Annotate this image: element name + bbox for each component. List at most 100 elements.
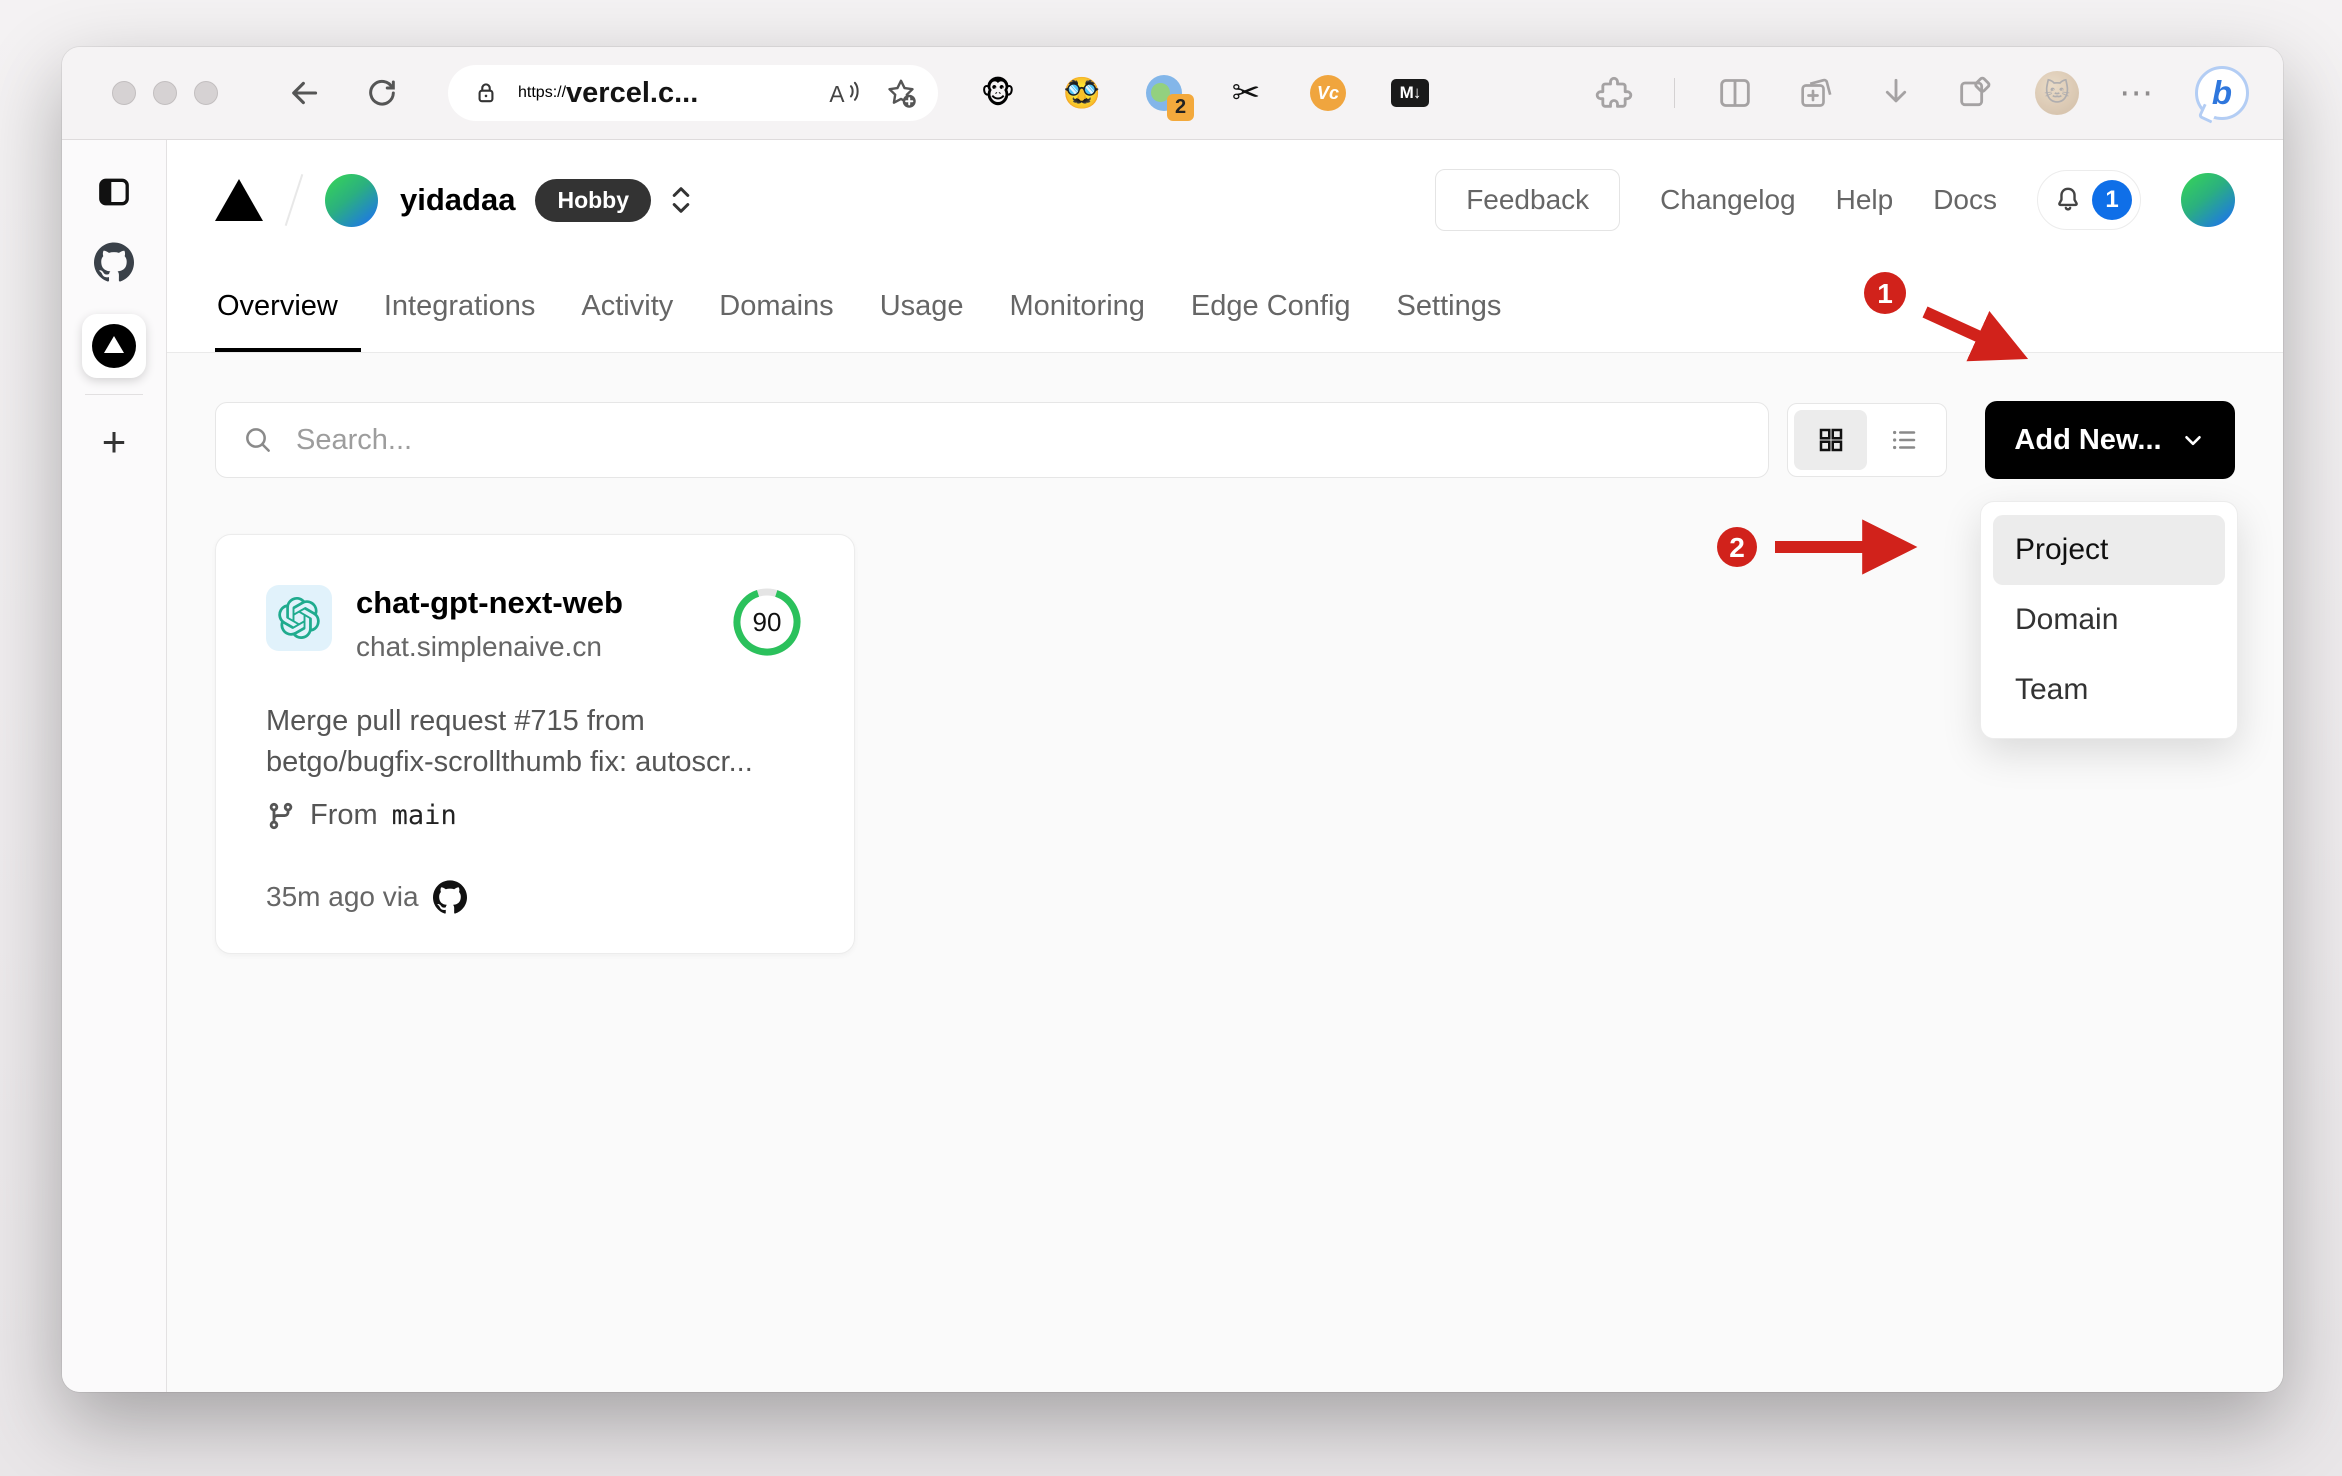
commit-line-1: Merge pull request #715 from bbox=[266, 705, 645, 737]
project-card[interactable]: chat-gpt-next-web chat.simplenaive.cn 90 bbox=[215, 534, 855, 954]
grid-view-button[interactable] bbox=[1794, 410, 1867, 470]
search-icon bbox=[246, 428, 270, 452]
git-branch-icon bbox=[269, 802, 293, 829]
dropdown-item-team[interactable]: Team bbox=[1993, 655, 2225, 725]
notifications-button[interactable]: 1 bbox=[2037, 170, 2141, 230]
sidebar-item-github[interactable] bbox=[94, 242, 134, 282]
back-arrow-icon bbox=[292, 81, 318, 105]
vercel-logo[interactable] bbox=[215, 179, 263, 221]
chevron-down-icon bbox=[2184, 435, 2201, 446]
zoom-window-button[interactable] bbox=[194, 81, 218, 105]
branch-row: From main bbox=[266, 799, 804, 832]
url-host: vercel.c... bbox=[566, 76, 699, 109]
edge-sidebar: + bbox=[62, 140, 167, 1392]
lock-icon bbox=[478, 83, 494, 103]
project-name[interactable]: chat-gpt-next-web bbox=[356, 585, 623, 621]
traffic-lights bbox=[112, 81, 218, 105]
list-view-button[interactable] bbox=[1867, 410, 1940, 470]
branch-prefix: From bbox=[310, 799, 378, 831]
team-switcher-button[interactable] bbox=[669, 183, 693, 217]
plan-badge: Hobby bbox=[535, 178, 652, 222]
sidebar-panel-icon bbox=[99, 178, 129, 206]
grid-view-icon bbox=[1819, 428, 1842, 452]
branch-name: main bbox=[391, 800, 457, 831]
commit-message: Merge pull request #715 from betgo/bugfi… bbox=[266, 701, 804, 783]
url-scheme: https:// bbox=[518, 84, 567, 101]
back-button[interactable] bbox=[282, 71, 326, 115]
browser-essentials-icon[interactable] bbox=[1955, 73, 1995, 113]
extension-badge: 2 bbox=[1167, 94, 1194, 121]
close-window-button[interactable] bbox=[112, 81, 136, 105]
toolbar-divider bbox=[1674, 78, 1675, 108]
browser-window: https:// vercel.c... A 🐵 🥸 2 ✂ Vc M↓ 🐱 ⋯… bbox=[62, 47, 2283, 1392]
browser-profile-avatar[interactable]: 🐱 bbox=[2035, 71, 2079, 115]
bell-icon bbox=[2058, 187, 2078, 211]
downloads-icon[interactable] bbox=[1877, 74, 1915, 112]
project-domain[interactable]: chat.simplenaive.cn bbox=[356, 631, 623, 663]
vc-extension-icon[interactable]: Vc bbox=[1310, 75, 1346, 111]
add-new-label: Add New... bbox=[2014, 423, 2162, 456]
persona-extension-icon[interactable]: 🥸 bbox=[1062, 73, 1102, 113]
openai-logo-icon bbox=[278, 597, 320, 639]
add-new-button[interactable]: Add New... bbox=[1985, 401, 2235, 479]
tampermonkey-extension-icon[interactable]: 🐵 bbox=[978, 73, 1018, 113]
deployment-time: 35m ago via bbox=[266, 881, 419, 912]
bing-chat-icon[interactable]: b bbox=[2195, 66, 2249, 120]
dashboard-header: yidadaa Hobby Feedback Changelog Help Do… bbox=[167, 140, 2283, 353]
github-source-icon bbox=[432, 880, 467, 914]
collections-icon[interactable] bbox=[1795, 73, 1837, 113]
score-value: 90 bbox=[752, 606, 782, 637]
markdown-extension-icon[interactable]: M↓ bbox=[1391, 79, 1429, 107]
tab-integrations[interactable]: Integrations bbox=[361, 260, 559, 352]
browser-toolbar: https:// vercel.c... A 🐵 🥸 2 ✂ Vc M↓ 🐱 ⋯… bbox=[62, 47, 2283, 140]
sidebar-item-vercel-active[interactable] bbox=[82, 314, 146, 378]
feedback-button[interactable]: Feedback bbox=[1435, 169, 1621, 231]
sidebar-divider bbox=[85, 394, 143, 395]
settings-more-icon[interactable]: ⋯ bbox=[2119, 73, 2155, 113]
breadcrumb-slash bbox=[284, 174, 304, 226]
commit-line-2: betgo/bugfix-scrollthumb fix: autoscr... bbox=[266, 746, 753, 778]
browser-controls: 🐱 ⋯ b bbox=[1594, 66, 2249, 120]
dropdown-item-domain[interactable]: Domain bbox=[1993, 585, 2225, 655]
tab-monitoring[interactable]: Monitoring bbox=[987, 260, 1168, 352]
split-screen-icon[interactable] bbox=[1715, 73, 1755, 113]
chevron-updown-icon bbox=[672, 187, 690, 213]
minimize-window-button[interactable] bbox=[153, 81, 177, 105]
refresh-button[interactable] bbox=[360, 71, 404, 115]
sidebar-toggle-button[interactable] bbox=[96, 174, 132, 210]
user-avatar[interactable] bbox=[2181, 173, 2235, 227]
refresh-icon bbox=[369, 79, 395, 106]
sidebar-add-button[interactable]: + bbox=[102, 421, 127, 463]
tab-overview[interactable]: Overview bbox=[215, 260, 361, 352]
docs-link[interactable]: Docs bbox=[1933, 184, 1997, 216]
dropdown-item-project[interactable]: Project bbox=[1993, 515, 2225, 585]
clipper-extension-icon[interactable]: ✂ bbox=[1226, 73, 1266, 113]
team-name[interactable]: yidadaa bbox=[400, 182, 515, 218]
add-new-dropdown: Project Domain Team bbox=[1980, 501, 2238, 739]
lighthouse-score-ring: 90 bbox=[730, 585, 804, 659]
address-bar[interactable]: https:// vercel.c... A bbox=[448, 65, 938, 121]
view-toggle bbox=[1787, 403, 1947, 477]
tab-domains[interactable]: Domains bbox=[696, 260, 856, 352]
tab-usage[interactable]: Usage bbox=[857, 260, 987, 352]
changelog-link[interactable]: Changelog bbox=[1660, 184, 1795, 216]
team-avatar[interactable] bbox=[325, 173, 378, 227]
svg-text:A: A bbox=[829, 81, 845, 107]
project-favicon bbox=[266, 585, 332, 651]
add-favorite-icon[interactable] bbox=[884, 76, 918, 110]
github-icon bbox=[94, 242, 134, 282]
vercel-dashboard: yidadaa Hobby Feedback Changelog Help Do… bbox=[167, 140, 2283, 1392]
search-box[interactable] bbox=[215, 402, 1769, 478]
read-aloud-icon[interactable]: A bbox=[826, 78, 860, 108]
tab-edge-config[interactable]: Edge Config bbox=[1168, 260, 1374, 352]
vercel-circle-icon bbox=[92, 324, 136, 368]
tab-activity[interactable]: Activity bbox=[558, 260, 696, 352]
notification-count-badge: 1 bbox=[2092, 180, 2132, 220]
tab-settings[interactable]: Settings bbox=[1374, 260, 1525, 352]
extensions-puzzle-icon[interactable] bbox=[1594, 73, 1634, 113]
extensions-row: 🐵 🥸 2 ✂ Vc M↓ bbox=[978, 73, 1430, 121]
list-view-icon bbox=[1892, 430, 1915, 450]
search-input[interactable] bbox=[296, 423, 1742, 457]
translate-extension-icon[interactable]: 2 bbox=[1146, 75, 1194, 121]
help-link[interactable]: Help bbox=[1836, 184, 1894, 216]
